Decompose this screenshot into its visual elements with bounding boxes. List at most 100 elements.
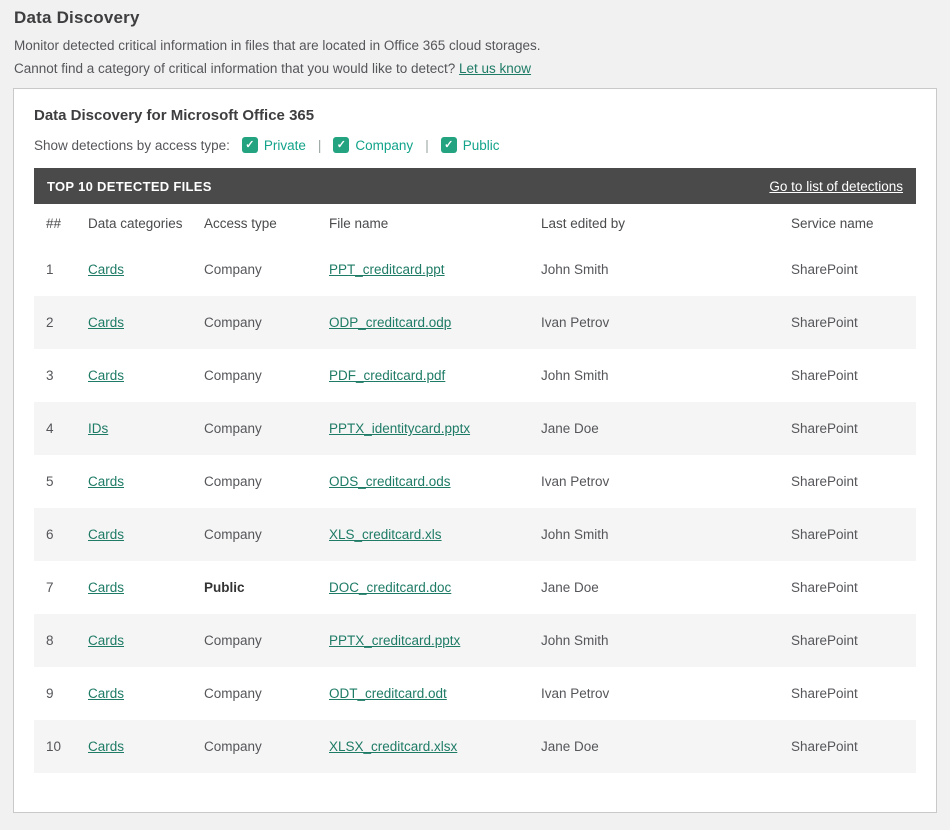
access-type-value: Public xyxy=(204,580,329,595)
checkbox-checked-icon[interactable]: ✓ xyxy=(441,137,457,153)
filter-separator: | xyxy=(318,138,322,153)
row-number: 7 xyxy=(46,580,88,595)
access-type-value: Company xyxy=(204,633,329,648)
go-to-list-of-detections-link[interactable]: Go to list of detections xyxy=(769,179,903,194)
data-category-link[interactable]: Cards xyxy=(88,368,124,383)
last-edited-by-value: Ivan Petrov xyxy=(541,315,791,330)
service-name-value: SharePoint xyxy=(791,686,916,701)
filter-checkbox-public[interactable]: ✓ Public xyxy=(441,137,500,153)
data-category-link[interactable]: Cards xyxy=(88,474,124,489)
data-discovery-card: Data Discovery for Microsoft Office 365 … xyxy=(13,88,937,813)
data-category-link[interactable]: IDs xyxy=(88,421,108,436)
row-number: 6 xyxy=(46,527,88,542)
let-us-know-link[interactable]: Let us know xyxy=(459,61,531,76)
page-title: Data Discovery xyxy=(14,8,936,28)
access-type-value: Company xyxy=(204,315,329,330)
last-edited-by-value: John Smith xyxy=(541,633,791,648)
column-header-last-edited: Last edited by xyxy=(541,216,791,231)
table-row: 4 IDs Company PPTX_identitycard.pptx Jan… xyxy=(34,402,916,455)
column-header-file-name: File name xyxy=(329,216,541,231)
row-number: 3 xyxy=(46,368,88,383)
access-type-value: Company xyxy=(204,686,329,701)
card-title: Data Discovery for Microsoft Office 365 xyxy=(34,107,916,124)
page-help-line: Cannot find a category of critical infor… xyxy=(14,61,936,76)
row-number: 5 xyxy=(46,474,88,489)
filter-checkbox-label: Company xyxy=(355,138,413,153)
table-column-headers: ## Data categories Access type File name… xyxy=(34,204,916,243)
checkbox-checked-icon[interactable]: ✓ xyxy=(242,137,258,153)
filter-separator: | xyxy=(425,138,429,153)
data-category-link[interactable]: Cards xyxy=(88,527,124,542)
file-name-link[interactable]: XLS_creditcard.xls xyxy=(329,527,442,542)
page: Data Discovery Monitor detected critical… xyxy=(0,8,950,813)
filter-checkbox-label: Public xyxy=(463,138,500,153)
last-edited-by-value: Jane Doe xyxy=(541,421,791,436)
file-name-link[interactable]: ODS_creditcard.ods xyxy=(329,474,451,489)
data-category-link[interactable]: Cards xyxy=(88,633,124,648)
service-name-value: SharePoint xyxy=(791,368,916,383)
filter-checkbox-company[interactable]: ✓ Company xyxy=(333,137,413,153)
last-edited-by-value: Jane Doe xyxy=(541,580,791,595)
service-name-value: SharePoint xyxy=(791,262,916,277)
filter-checkbox-label: Private xyxy=(264,138,306,153)
table-row: 1 Cards Company PPT_creditcard.ppt John … xyxy=(34,243,916,296)
access-type-value: Company xyxy=(204,262,329,277)
table-body: 1 Cards Company PPT_creditcard.ppt John … xyxy=(34,243,916,773)
column-header-number: ## xyxy=(46,216,88,231)
column-header-service-name: Service name xyxy=(791,216,916,231)
file-name-link[interactable]: ODP_creditcard.odp xyxy=(329,315,451,330)
row-number: 8 xyxy=(46,633,88,648)
page-help-text: Cannot find a category of critical infor… xyxy=(14,61,455,76)
checkbox-checked-icon[interactable]: ✓ xyxy=(333,137,349,153)
table-row: 2 Cards Company ODP_creditcard.odp Ivan … xyxy=(34,296,916,349)
table-row: 9 Cards Company ODT_creditcard.odt Ivan … xyxy=(34,667,916,720)
file-name-link[interactable]: ODT_creditcard.odt xyxy=(329,686,447,701)
table-bar-title: TOP 10 DETECTED FILES xyxy=(47,179,212,194)
service-name-value: SharePoint xyxy=(791,315,916,330)
last-edited-by-value: Ivan Petrov xyxy=(541,686,791,701)
file-name-link[interactable]: XLSX_creditcard.xlsx xyxy=(329,739,457,754)
row-number: 4 xyxy=(46,421,88,436)
table-row: 7 Cards Public DOC_creditcard.doc Jane D… xyxy=(34,561,916,614)
last-edited-by-value: John Smith xyxy=(541,262,791,277)
last-edited-by-value: Ivan Petrov xyxy=(541,474,791,489)
data-category-link[interactable]: Cards xyxy=(88,739,124,754)
service-name-value: SharePoint xyxy=(791,421,916,436)
row-number: 2 xyxy=(46,315,88,330)
service-name-value: SharePoint xyxy=(791,527,916,542)
filter-label: Show detections by access type: xyxy=(34,138,230,153)
table-row: 3 Cards Company PDF_creditcard.pdf John … xyxy=(34,349,916,402)
last-edited-by-value: John Smith xyxy=(541,368,791,383)
row-number: 10 xyxy=(46,739,88,754)
file-name-link[interactable]: PPTX_creditcard.pptx xyxy=(329,633,460,648)
table-row: 8 Cards Company PPTX_creditcard.pptx Joh… xyxy=(34,614,916,667)
table-header-bar: TOP 10 DETECTED FILES Go to list of dete… xyxy=(34,168,916,204)
service-name-value: SharePoint xyxy=(791,580,916,595)
page-subtitle: Monitor detected critical information in… xyxy=(14,38,936,53)
filter-checkbox-private[interactable]: ✓ Private xyxy=(242,137,306,153)
row-number: 1 xyxy=(46,262,88,277)
data-category-link[interactable]: Cards xyxy=(88,686,124,701)
last-edited-by-value: Jane Doe xyxy=(541,739,791,754)
access-type-filter-row: Show detections by access type: ✓ Privat… xyxy=(34,137,916,153)
row-number: 9 xyxy=(46,686,88,701)
data-category-link[interactable]: Cards xyxy=(88,580,124,595)
file-name-link[interactable]: DOC_creditcard.doc xyxy=(329,580,451,595)
service-name-value: SharePoint xyxy=(791,474,916,489)
column-header-categories: Data categories xyxy=(88,216,204,231)
table-row: 5 Cards Company ODS_creditcard.ods Ivan … xyxy=(34,455,916,508)
last-edited-by-value: John Smith xyxy=(541,527,791,542)
data-category-link[interactable]: Cards xyxy=(88,315,124,330)
column-header-access-type: Access type xyxy=(204,216,329,231)
file-name-link[interactable]: PPT_creditcard.ppt xyxy=(329,262,445,277)
service-name-value: SharePoint xyxy=(791,739,916,754)
access-type-value: Company xyxy=(204,421,329,436)
file-name-link[interactable]: PPTX_identitycard.pptx xyxy=(329,421,470,436)
service-name-value: SharePoint xyxy=(791,633,916,648)
table-row: 6 Cards Company XLS_creditcard.xls John … xyxy=(34,508,916,561)
table-row: 10 Cards Company XLSX_creditcard.xlsx Ja… xyxy=(34,720,916,773)
access-type-value: Company xyxy=(204,474,329,489)
file-name-link[interactable]: PDF_creditcard.pdf xyxy=(329,368,445,383)
data-category-link[interactable]: Cards xyxy=(88,262,124,277)
access-type-value: Company xyxy=(204,527,329,542)
